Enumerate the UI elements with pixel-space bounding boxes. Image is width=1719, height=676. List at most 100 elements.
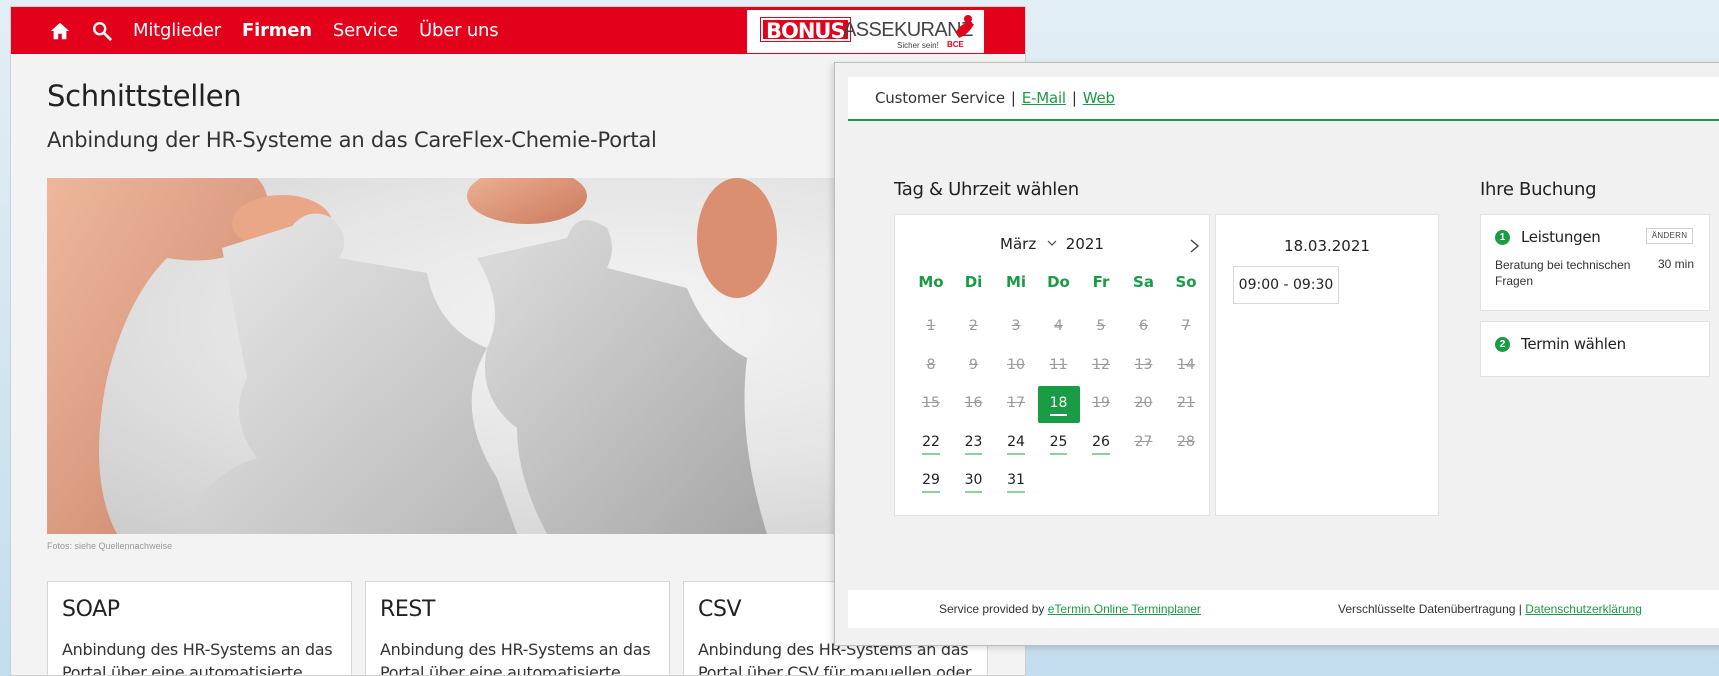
calendar-day-23[interactable]: 23 [953,425,995,462]
day-number: 4 [1054,318,1063,334]
privacy-link[interactable]: Datenschutzerklärung [1525,602,1642,616]
calendar-day-16: 16 [953,386,995,423]
footer-provider: Service provided by eTermin Online Termi… [939,602,1201,616]
weekday-label: So [1175,273,1197,291]
nav-item-service[interactable]: Service [333,20,398,41]
calendar-day-19: 19 [1080,386,1122,423]
day-number: 31 [1007,472,1025,494]
weekday-label: Sa [1133,273,1154,291]
home-icon[interactable] [49,20,71,42]
day-number: 30 [964,472,983,494]
logo-slogan: Sicher sein! [897,41,939,50]
calendar-day-17: 17 [995,386,1037,423]
day-number: 7 [1181,318,1191,334]
day-number: 28 [1177,433,1195,450]
day-number: 26 [1092,433,1110,455]
step-title: Leistungen [1521,228,1601,246]
card-text: Anbindung des HR-Systems an das Portal ü… [380,640,651,676]
step-number-badge: 2 [1495,337,1510,352]
calendar-day-9: 9 [953,348,995,385]
interface-card-soap[interactable]: SOAP Anbindung des HR-Systems an das Por… [47,581,352,675]
day-number: 24 [1007,433,1025,455]
calendar-day-27: 27 [1123,425,1165,462]
day-number: 18 [1049,395,1068,417]
calendar-day-26[interactable]: 26 [1080,425,1122,462]
day-number: 1 [926,318,936,334]
weekday-label: Fr [1092,273,1110,291]
calendar-day-5: 5 [1080,309,1122,346]
booking-summary-title: Ihre Buchung [1480,179,1597,200]
time-slot-button[interactable]: 09:00 - 09:30 [1233,266,1339,304]
calendar-day-30[interactable]: 30 [953,463,995,500]
day-number: 5 [1096,318,1106,334]
day-number: 16 [964,395,983,412]
step-title: Termin wählen [1521,335,1626,353]
logo-figure-icon [956,15,974,38]
calendar-day-1: 1 [910,309,952,346]
day-number: 3 [1011,318,1021,334]
calendar-day-18[interactable]: 18 [1037,386,1080,424]
calendar-day-28: 28 [1165,425,1207,462]
day-number: 9 [969,356,978,373]
next-month-arrow-icon[interactable] [1187,238,1201,254]
calendar-day-4: 4 [1038,309,1080,346]
calendar-day-31[interactable]: 31 [995,463,1037,500]
etermin-link[interactable]: eTermin Online Terminplaner [1048,602,1201,616]
calendar-day-25[interactable]: 25 [1038,425,1080,462]
calendar-day-22[interactable]: 22 [910,425,952,462]
calendar-day-21: 21 [1165,386,1207,423]
calendar-day-10: 10 [995,348,1037,385]
selected-service: Beratung bei technischen Fragen [1495,258,1631,288]
weekday-label: Mi [1005,273,1027,291]
selected-date: 18.03.2021 [1284,237,1370,255]
web-link[interactable]: Web [1083,89,1115,107]
card-title: REST [380,597,435,622]
search-icon[interactable] [91,20,113,42]
separator: | [1010,89,1016,107]
calendar-day-7: 7 [1165,309,1207,346]
calendar-day-29[interactable]: 29 [910,463,952,500]
calendar-day-11: 11 [1038,348,1080,385]
calendar-day-12: 12 [1080,348,1122,385]
nav-item-ueber-uns[interactable]: Über uns [419,20,499,41]
weekday-label: Do [1047,273,1070,291]
booking-step-appointment: 2 Termin wählen [1480,321,1710,377]
calendar-day-13: 13 [1123,348,1165,385]
month-year-selector[interactable]: März 2021 [895,235,1209,253]
nav-item-firmen[interactable]: Firmen [242,20,312,41]
year-select[interactable]: 2021 [1066,235,1104,253]
day-number: 22 [922,433,940,455]
day-number: 25 [1049,433,1068,455]
calendar-day-2: 2 [953,309,995,346]
provided-by-label: Service provided by [939,602,1045,616]
dialog-footer: Service provided by eTermin Online Termi… [848,590,1719,628]
bonus-assekuranz-logo[interactable]: BONUS ASSEKURANZ Sicher sein! BCE [747,10,984,53]
calendar-day-8: 8 [910,348,952,385]
calendar: März 2021 Mo Di Mi Do Fr Sa So 1 2 3 4 5 6 7 8 9 10 11 12… [894,214,1210,516]
change-button[interactable]: ÄNDERN [1646,228,1693,244]
nav-item-mitglieder[interactable]: Mitglieder [133,20,221,41]
day-number: 20 [1134,395,1153,412]
customer-service-label: Customer Service [875,89,1005,107]
month-select[interactable]: März [1000,235,1036,253]
time-slots-panel: 18.03.2021 09:00 - 09:30 [1215,214,1439,516]
email-link[interactable]: E-Mail [1022,89,1066,107]
day-number: 23 [964,433,983,455]
page-subtitle: Anbindung der HR-Systeme an das CareFlex… [47,128,657,152]
interface-card-rest[interactable]: REST Anbindung des HR-Systems an das Por… [365,581,670,676]
day-number: 13 [1134,356,1153,373]
main-navigation: Mitglieder Firmen Service Über uns BONUS… [11,7,1025,54]
page-title: Schnittstellen [47,79,242,113]
day-number: 8 [926,356,936,373]
day-number: 6 [1139,318,1148,334]
day-number: 2 [969,318,978,334]
booking-step-services: 1 Leistungen ÄNDERN Beratung bei technis… [1480,214,1710,311]
day-number: 12 [1092,356,1110,373]
day-number: 10 [1007,356,1025,373]
step-number-badge: 1 [1495,230,1510,245]
day-number: 21 [1177,395,1195,412]
calendar-day-24[interactable]: 24 [995,425,1037,462]
card-title: SOAP [62,597,120,622]
separator: | [1071,89,1077,107]
day-number: 14 [1177,356,1195,373]
